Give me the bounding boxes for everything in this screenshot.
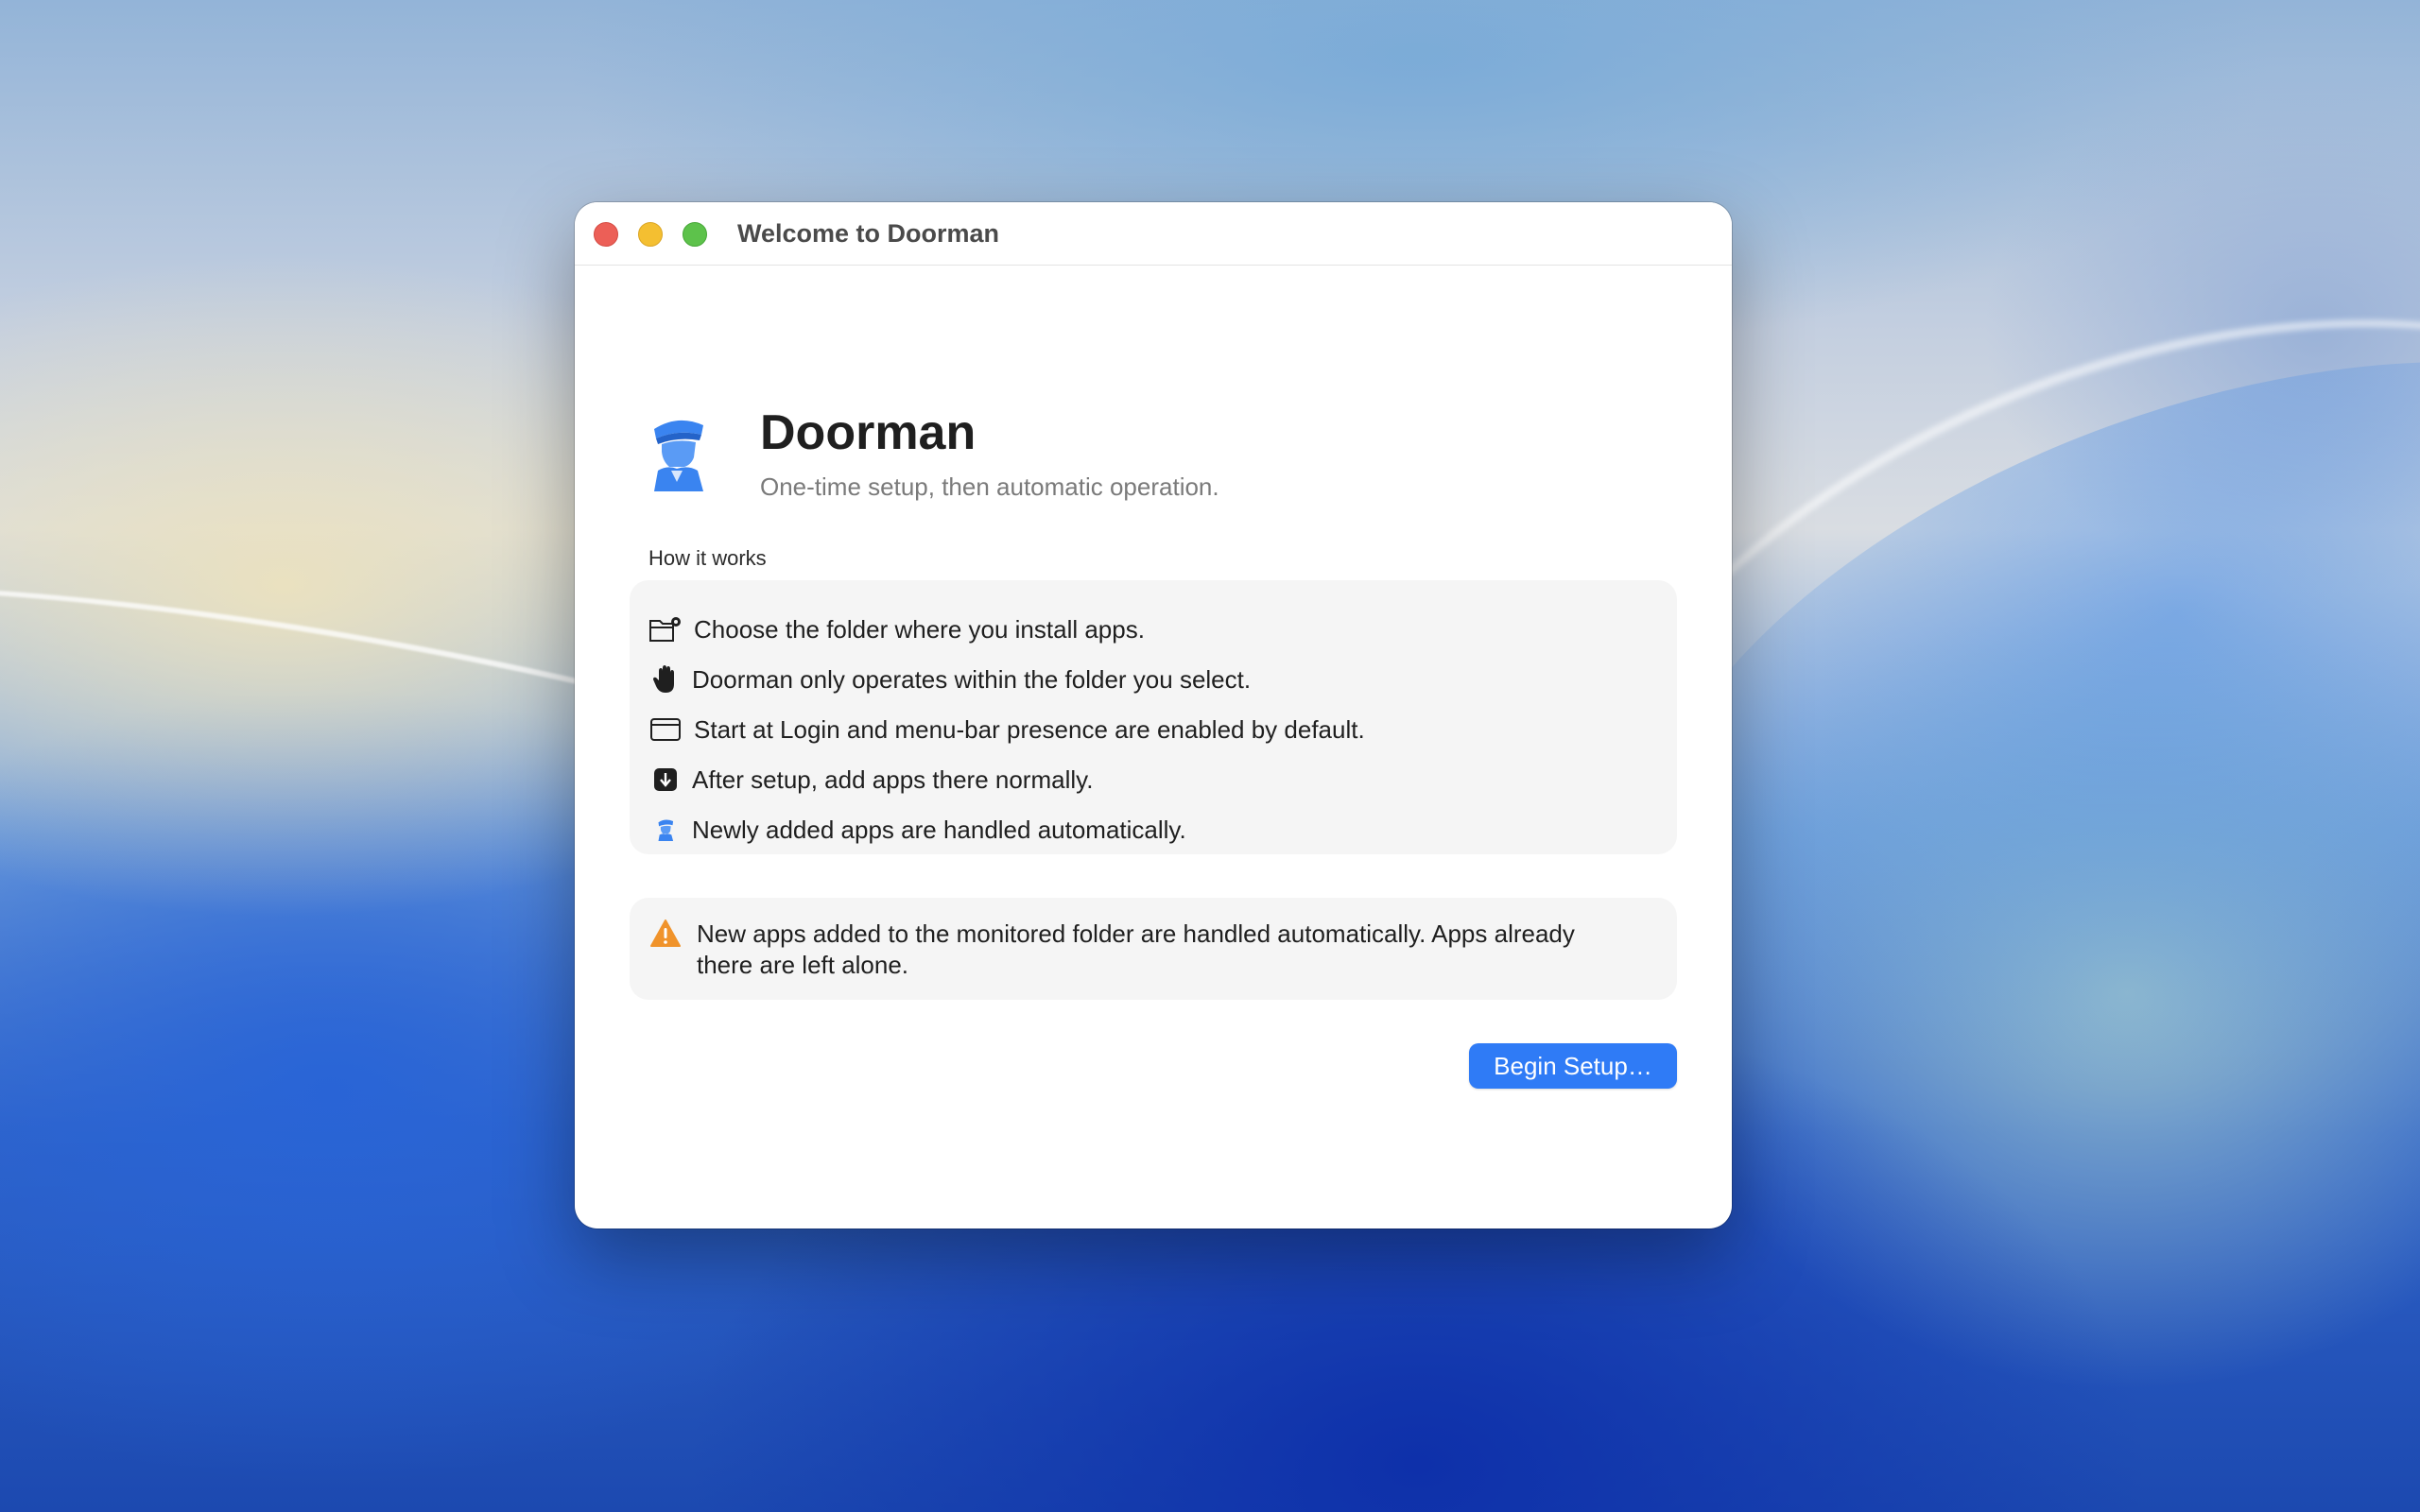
arrow-down-square-icon	[648, 763, 683, 797]
list-item: Choose the folder where you install apps…	[648, 610, 1145, 648]
warning-triangle-icon	[650, 919, 681, 947]
list-item-text: Newly added apps are handled automatical…	[692, 815, 1186, 844]
hand-raised-icon	[648, 662, 683, 696]
begin-setup-button[interactable]: Begin Setup…	[1469, 1043, 1677, 1089]
app-name: Doorman	[760, 405, 977, 460]
how-it-works-panel: Choose the folder where you install apps…	[630, 580, 1677, 854]
app-subtitle: One-time setup, then automatic operation…	[760, 472, 1219, 501]
zoom-button[interactable]	[683, 222, 707, 247]
list-item-text: After setup, add apps there normally.	[692, 765, 1094, 794]
list-item: Newly added apps are handled automatical…	[648, 811, 1186, 849]
list-item-text: Doorman only operates within the folder …	[692, 664, 1252, 694]
close-button[interactable]	[594, 222, 618, 247]
list-item-text: Start at Login and menu-bar presence are…	[694, 714, 1365, 744]
minimize-button[interactable]	[638, 222, 663, 247]
doorman-icon	[648, 813, 683, 847]
title-bar[interactable]: Welcome to Doorman	[575, 202, 1732, 266]
section-label-how-it-works: How it works	[648, 546, 767, 570]
window-icon	[648, 713, 683, 747]
warning-text: New apps added to the monitored folder a…	[697, 919, 1575, 979]
doorman-logo-icon	[654, 420, 703, 491]
welcome-window: Welcome to Doorman Doorman One-time setu…	[575, 202, 1732, 1228]
window-title: Welcome to Doorman	[737, 219, 1000, 248]
warning-callout: New apps added to the monitored folder a…	[630, 898, 1677, 1000]
list-item: Start at Login and menu-bar presence are…	[648, 711, 1365, 748]
list-item-text: Choose the folder where you install apps…	[694, 614, 1145, 644]
list-item: After setup, add apps there normally.	[648, 761, 1093, 799]
folder-badge-gear-icon	[648, 612, 683, 646]
list-item: Doorman only operates within the folder …	[648, 661, 1251, 698]
